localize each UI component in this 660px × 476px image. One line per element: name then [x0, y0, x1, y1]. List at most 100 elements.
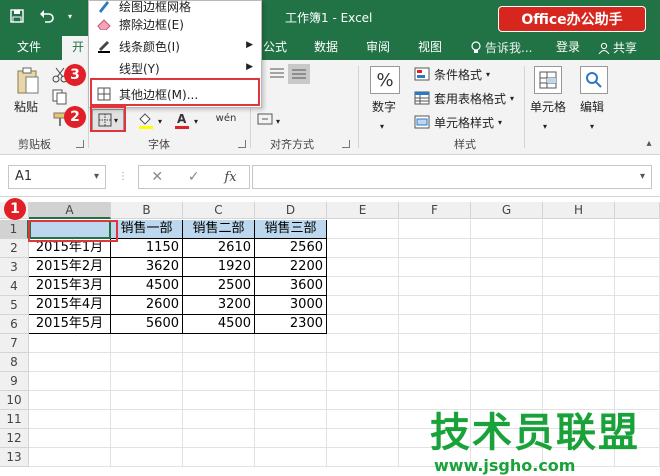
- menu-item-line-style[interactable]: 线型(Y) ▶: [89, 57, 261, 79]
- table-cell[interactable]: [183, 372, 255, 391]
- column-header[interactable]: G: [471, 202, 543, 219]
- table-cell[interactable]: [471, 353, 543, 372]
- table-cell[interactable]: [615, 258, 660, 277]
- cell-styles-button[interactable]: 单元格样式 ▾: [414, 112, 502, 132]
- table-cell[interactable]: [327, 296, 399, 315]
- table-cell[interactable]: [543, 391, 615, 410]
- row-header[interactable]: 7: [0, 334, 29, 353]
- tab-data[interactable]: 数据: [306, 36, 346, 60]
- tab-formulas[interactable]: 公式: [258, 36, 292, 60]
- table-cell[interactable]: [399, 353, 471, 372]
- table-cell[interactable]: 销售三部: [255, 220, 327, 239]
- row-header[interactable]: 6: [0, 315, 29, 334]
- table-cell[interactable]: [327, 353, 399, 372]
- table-cell[interactable]: 1150: [111, 239, 183, 258]
- table-cell[interactable]: [543, 277, 615, 296]
- table-cell[interactable]: 3600: [255, 277, 327, 296]
- fill-color-button[interactable]: [134, 109, 158, 131]
- column-header[interactable]: H: [543, 202, 615, 219]
- clipboard-launcher[interactable]: [76, 140, 84, 148]
- table-cell[interactable]: [399, 296, 471, 315]
- phonetic-button[interactable]: wén: [212, 106, 240, 130]
- table-cell[interactable]: 3620: [111, 258, 183, 277]
- table-cell[interactable]: [399, 239, 471, 258]
- table-cell[interactable]: [255, 353, 327, 372]
- table-cell[interactable]: [183, 448, 255, 467]
- table-cell[interactable]: [399, 315, 471, 334]
- table-cell[interactable]: 销售二部: [183, 220, 255, 239]
- table-cell[interactable]: [327, 410, 399, 429]
- table-cell[interactable]: [471, 296, 543, 315]
- menu-item-line-color[interactable]: 线条颜色(I) ▶: [89, 35, 261, 57]
- align-middle-button[interactable]: [288, 64, 310, 84]
- table-cell[interactable]: [111, 391, 183, 410]
- table-cell[interactable]: 4500: [111, 277, 183, 296]
- tell-me-box[interactable]: 告诉我...: [470, 36, 532, 60]
- table-cell[interactable]: 2015年4月: [29, 296, 111, 315]
- table-cell[interactable]: [543, 315, 615, 334]
- undo-dropdown-button[interactable]: ▾: [64, 4, 76, 28]
- row-header[interactable]: 4: [0, 277, 29, 296]
- table-cell[interactable]: [29, 429, 111, 448]
- table-cell[interactable]: [327, 220, 399, 239]
- font-color-button[interactable]: A: [170, 109, 194, 131]
- save-button[interactable]: [4, 4, 30, 28]
- insert-function-button[interactable]: fx: [224, 170, 236, 185]
- editing-dropdown[interactable]: ▾: [590, 116, 594, 136]
- row-header[interactable]: 8: [0, 353, 29, 372]
- table-cell[interactable]: 1920: [183, 258, 255, 277]
- table-cell[interactable]: [543, 296, 615, 315]
- table-cell[interactable]: [111, 353, 183, 372]
- table-cell[interactable]: [471, 239, 543, 258]
- table-cell[interactable]: [29, 334, 111, 353]
- table-cell[interactable]: [615, 334, 660, 353]
- alignment-launcher[interactable]: [342, 140, 350, 148]
- row-header[interactable]: 12: [0, 429, 29, 448]
- table-cell[interactable]: [471, 220, 543, 239]
- login-link[interactable]: 登录: [556, 36, 580, 60]
- table-cell[interactable]: [615, 277, 660, 296]
- table-cell[interactable]: [543, 372, 615, 391]
- table-cell[interactable]: 3000: [255, 296, 327, 315]
- table-cell[interactable]: [327, 239, 399, 258]
- tab-view[interactable]: 视图: [410, 36, 450, 60]
- copy-button[interactable]: [50, 88, 70, 106]
- table-cell[interactable]: [399, 391, 471, 410]
- table-cell[interactable]: 2560: [255, 239, 327, 258]
- row-header[interactable]: 2: [0, 239, 29, 258]
- table-cell[interactable]: [615, 220, 660, 239]
- table-cell[interactable]: 2015年3月: [29, 277, 111, 296]
- table-cell[interactable]: [615, 391, 660, 410]
- row-header[interactable]: 3: [0, 258, 29, 277]
- number-dropdown[interactable]: ▾: [380, 116, 384, 136]
- editing-button[interactable]: [580, 66, 608, 94]
- table-cell[interactable]: [399, 258, 471, 277]
- table-cell[interactable]: [327, 277, 399, 296]
- table-cell[interactable]: [29, 448, 111, 467]
- row-header[interactable]: 9: [0, 372, 29, 391]
- row-header[interactable]: 10: [0, 391, 29, 410]
- column-header[interactable]: F: [399, 202, 471, 219]
- cancel-icon[interactable]: ✕: [151, 169, 163, 185]
- table-cell[interactable]: [327, 372, 399, 391]
- table-cell[interactable]: 2500: [183, 277, 255, 296]
- table-cell[interactable]: 销售一部: [111, 220, 183, 239]
- cells-button[interactable]: [534, 66, 562, 94]
- fill-color-dropdown[interactable]: ▾: [158, 111, 162, 131]
- table-cell[interactable]: [471, 391, 543, 410]
- table-cell[interactable]: 2015年5月: [29, 315, 111, 334]
- table-cell[interactable]: [255, 410, 327, 429]
- row-header[interactable]: 13: [0, 448, 29, 467]
- column-header[interactable]: A: [29, 202, 111, 219]
- table-cell[interactable]: [111, 410, 183, 429]
- table-cell[interactable]: [255, 372, 327, 391]
- table-cell[interactable]: [183, 410, 255, 429]
- table-cell[interactable]: [543, 258, 615, 277]
- table-cell[interactable]: [29, 410, 111, 429]
- row-header[interactable]: 5: [0, 296, 29, 315]
- table-cell[interactable]: [111, 448, 183, 467]
- table-cell[interactable]: [399, 220, 471, 239]
- table-cell[interactable]: [543, 220, 615, 239]
- conditional-format-button[interactable]: 条件格式 ▾: [414, 64, 490, 84]
- table-cell[interactable]: [471, 277, 543, 296]
